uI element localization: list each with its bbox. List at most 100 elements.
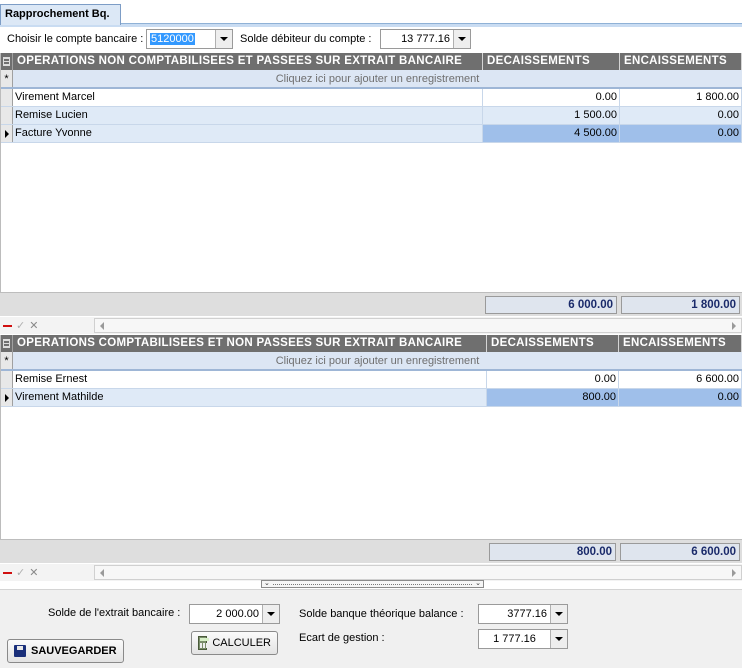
grid-navigator: ✓ ✕	[0, 564, 742, 581]
theorique-value[interactable]: 3777.16	[479, 605, 550, 623]
delete-icon[interactable]	[3, 324, 12, 327]
scroll-right-button[interactable]	[727, 319, 741, 332]
total-encaissements: 6 600.00	[620, 543, 740, 561]
chevron-down-icon	[267, 612, 275, 616]
cell-decaissement[interactable]: 0.00	[483, 89, 620, 106]
extrait-dropdown-button[interactable]	[262, 605, 279, 623]
calculator-icon	[198, 636, 210, 650]
chevron-down-icon	[555, 637, 563, 641]
new-record-hint[interactable]: Cliquez ici pour ajouter un enregistreme…	[13, 70, 742, 87]
extrait-label: Solde de l'extrait bancaire :	[48, 607, 181, 619]
tab-rapprochement[interactable]: Rapprochement Bq.	[0, 4, 121, 25]
cell-encaissement[interactable]: 1 800.00	[620, 89, 742, 106]
delete-icon[interactable]	[3, 571, 12, 574]
balance-value[interactable]: 13 777.16	[381, 30, 453, 48]
table-row-current[interactable]: Virement Mathilde 800.00 0.00	[1, 389, 742, 407]
ecart-label: Ecart de gestion :	[299, 632, 385, 644]
horizontal-scrollbar[interactable]	[94, 565, 742, 580]
account-dropdown-button[interactable]	[215, 30, 232, 48]
account-value[interactable]: 5120000	[147, 30, 215, 48]
account-combo[interactable]: 5120000	[146, 29, 233, 49]
cancel-icon[interactable]: ✕	[29, 320, 38, 332]
splitter-grip	[272, 583, 473, 585]
account-label: Choisir le compte bancaire :	[7, 33, 144, 45]
sauvegarder-button[interactable]: SAUVEGARDER	[7, 639, 124, 663]
cell-label[interactable]: Virement Mathilde	[13, 389, 487, 406]
row-selector[interactable]	[1, 107, 13, 124]
cell-decaissement[interactable]: 4 500.00	[483, 125, 620, 142]
column-header-encaissements[interactable]: ENCAISSEMENTS	[619, 335, 742, 352]
new-row-marker: *	[1, 70, 13, 87]
cell-label[interactable]: Remise Lucien	[13, 107, 483, 124]
column-header-decaissements[interactable]: DECAISSEMENTS	[487, 335, 619, 352]
calculer-label: CALCULER	[212, 637, 271, 649]
column-header-decaissements[interactable]: DECAISSEMENTS	[483, 53, 620, 70]
cancel-icon[interactable]: ✕	[29, 567, 38, 579]
cell-decaissement[interactable]: 800.00	[487, 389, 619, 406]
ecart-combo[interactable]: 1 777.16	[478, 629, 568, 649]
check-icon[interactable]: ✓	[16, 567, 25, 579]
ecart-value[interactable]: 1 777.16	[479, 630, 550, 648]
grid-navigator: ✓ ✕	[0, 317, 742, 334]
extrait-combo[interactable]: 2 000.00	[189, 604, 280, 624]
cell-encaissement[interactable]: 0.00	[620, 125, 742, 142]
balance-combo[interactable]: 13 777.16	[380, 29, 471, 49]
sauvegarder-label: SAUVEGARDER	[31, 645, 117, 657]
check-icon[interactable]: ✓	[16, 320, 25, 332]
table-row[interactable]: Virement Marcel 0.00 1 800.00	[1, 89, 742, 107]
cell-decaissement[interactable]: 1 500.00	[483, 107, 620, 124]
calculer-button[interactable]: CALCULER	[191, 631, 278, 655]
scroll-right-button[interactable]	[727, 566, 741, 579]
ecart-dropdown-button[interactable]	[550, 630, 567, 648]
floppy-disk-icon	[14, 645, 26, 657]
grid-menu-icon[interactable]	[1, 53, 13, 70]
new-record-row[interactable]: * Cliquez ici pour ajouter un enregistre…	[1, 70, 742, 89]
chevron-down-icon	[458, 37, 466, 41]
column-header-operations[interactable]: OPERATIONS NON COMPTABILISEES ET PASSEES…	[13, 53, 483, 70]
cell-label[interactable]: Facture Yvonne	[13, 125, 483, 142]
column-header-operations[interactable]: OPERATIONS COMPTABILISEES ET NON PASSEES…	[13, 335, 487, 352]
grid-non-comptabilisees[interactable]: OPERATIONS NON COMPTABILISEES ET PASSEES…	[0, 53, 742, 316]
table-row-current[interactable]: Facture Yvonne 4 500.00 0.00	[1, 125, 742, 143]
extrait-value[interactable]: 2 000.00	[190, 605, 262, 623]
navigator-buttons: ✓ ✕	[0, 320, 46, 332]
grid-menu-icon[interactable]	[1, 335, 13, 352]
scroll-left-button[interactable]	[95, 566, 109, 579]
table-row[interactable]: Remise Ernest 0.00 6 600.00	[1, 371, 742, 389]
horizontal-scrollbar[interactable]	[94, 318, 742, 333]
chevron-down-icon	[555, 612, 563, 616]
total-encaissements: 1 800.00	[621, 296, 740, 314]
cell-label[interactable]: Virement Marcel	[13, 89, 483, 106]
current-row-icon	[4, 129, 9, 138]
balance-label: Solde débiteur du compte :	[240, 33, 372, 45]
chevron-down-icon: ⌄	[475, 580, 481, 587]
panel-splitter[interactable]: ⌄ ⌄	[261, 580, 484, 588]
cell-label[interactable]: Remise Ernest	[13, 371, 487, 388]
theorique-dropdown-button[interactable]	[550, 605, 567, 623]
new-record-row[interactable]: * Cliquez ici pour ajouter un enregistre…	[1, 352, 742, 371]
scroll-left-button[interactable]	[95, 319, 109, 332]
theorique-label: Solde banque théorique balance :	[299, 608, 464, 620]
balance-dropdown-button[interactable]	[453, 30, 470, 48]
grid-footer: 6 000.00 1 800.00	[0, 292, 742, 316]
row-selector[interactable]	[1, 125, 13, 142]
cell-encaissement[interactable]: 6 600.00	[619, 371, 742, 388]
cell-decaissement[interactable]: 0.00	[487, 371, 619, 388]
chevron-down-icon: ⌄	[264, 580, 270, 587]
row-selector[interactable]	[1, 371, 13, 388]
grid-footer: 800.00 6 600.00	[0, 539, 742, 563]
table-row[interactable]: Remise Lucien 1 500.00 0.00	[1, 107, 742, 125]
grid-comptabilisees[interactable]: OPERATIONS COMPTABILISEES ET NON PASSEES…	[0, 335, 742, 562]
column-header-encaissements[interactable]: ENCAISSEMENTS	[620, 53, 742, 70]
total-decaissements: 800.00	[489, 543, 616, 561]
grid-header: OPERATIONS NON COMPTABILISEES ET PASSEES…	[1, 53, 742, 70]
row-selector[interactable]	[1, 389, 13, 406]
cell-encaissement[interactable]: 0.00	[620, 107, 742, 124]
cell-encaissement[interactable]: 0.00	[619, 389, 742, 406]
theorique-combo[interactable]: 3777.16	[478, 604, 568, 624]
new-row-marker: *	[1, 352, 13, 369]
new-record-hint[interactable]: Cliquez ici pour ajouter un enregistreme…	[13, 352, 742, 369]
total-decaissements: 6 000.00	[485, 296, 617, 314]
chevron-down-icon	[220, 37, 228, 41]
row-selector[interactable]	[1, 89, 13, 106]
